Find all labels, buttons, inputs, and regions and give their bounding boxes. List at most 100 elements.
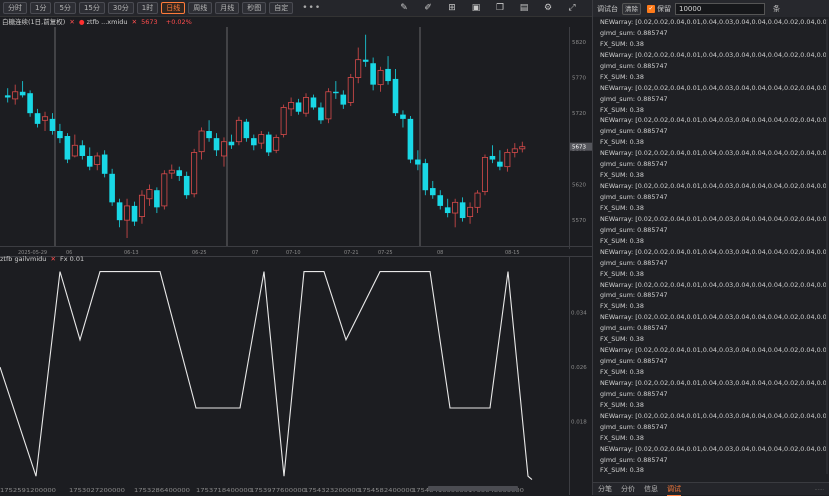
period-button[interactable]: 自定: [269, 2, 294, 14]
candle: [280, 104, 287, 138]
pencil-icon[interactable]: ✎: [392, 2, 416, 15]
indicator-tick-label: 0.018: [571, 420, 587, 426]
indicator-legend: ztfb gailvmidu ✕ Fx 0.01: [0, 255, 84, 264]
log-line: glmd_sum: 0.885747: [600, 291, 668, 300]
keep-label: 保留: [657, 4, 671, 13]
period-button[interactable]: 秒图: [242, 2, 267, 14]
log-line: glmd_sum: 0.885747: [600, 389, 668, 398]
log-line: FX_SUM: 0.38: [600, 368, 644, 376]
legend-source: ...xmidu: [101, 18, 128, 26]
tab-0[interactable]: 分笔: [598, 483, 612, 495]
log-count-unit: 条: [773, 4, 780, 13]
candle: [109, 168, 115, 206]
bottom-tabs: 分笔 分价 信息 调试......: [593, 482, 829, 496]
copy-icon[interactable]: ❐: [488, 2, 512, 15]
price-tick-label: 5770: [572, 76, 586, 82]
edit-icon[interactable]: ✐: [416, 2, 440, 15]
log-line: NEWarray: [0.02,0.02,0.04,0.01,0.04,0.03…: [600, 313, 826, 322]
candle: [407, 116, 414, 164]
candle: [481, 154, 488, 196]
log-line: FX_SUM: 0.38: [600, 466, 644, 475]
period-button[interactable]: 30分: [107, 2, 134, 14]
tab-1[interactable]: 分价: [621, 483, 635, 495]
chart-area: 分时 1分 5分 15分 30分 1时 日线 周线 月线 秒图 自定 ••• ✎ ✐ ⊞ ▣ ❐ ▤ ⚙ ⤢ 白糖连续…: [0, 0, 592, 495]
log-line: FX_SUM: 0.38: [600, 433, 644, 442]
save-icon[interactable]: ▤: [512, 2, 536, 15]
corner-indicator: ......: [814, 486, 824, 492]
period-button[interactable]: 周线: [188, 2, 213, 14]
candlestick-chart[interactable]: 58205770572056705620557056732025-05-2906…: [0, 27, 592, 257]
layout-icon[interactable]: ⊞: [440, 2, 464, 15]
log-line: FX_SUM: 0.38: [600, 105, 644, 114]
period-button[interactable]: 1分: [30, 2, 52, 14]
log-line: FX_SUM: 0.38: [600, 72, 644, 81]
app-window: 分时 1分 5分 15分 30分 1时 日线 周线 月线 秒图 自定 ••• ✎ ✐ ⊞ ▣ ❐ ▤ ⚙ ⤢ 白糖连续…: [0, 0, 829, 496]
indicator-legend-name: ztfb gailvmidu: [0, 255, 47, 263]
timestamp-tick-label: 1752591200000: [0, 488, 56, 494]
time-scrollbar: [428, 486, 518, 491]
period-button[interactable]: 5分: [54, 2, 76, 14]
period-button[interactable]: 日线: [161, 2, 186, 14]
timestamp-tick-label: 1754323200000: [304, 488, 360, 494]
period-button[interactable]: 月线: [215, 2, 240, 14]
indicator-dot-icon: ●: [78, 18, 85, 26]
timestamp-tick-label: 1753286400000: [134, 488, 190, 494]
log-line: glmd_sum: 0.885747: [600, 258, 668, 267]
legend-symbol-name: 白糖连续(1日,前复权): [2, 18, 66, 26]
candle: [422, 158, 429, 196]
tab-2[interactable]: 信息: [644, 483, 658, 495]
log-line: NEWarray: [0.02,0.02,0.04,0.01,0.04,0.03…: [600, 182, 826, 191]
log-line: NEWarray: [0.02,0.02,0.04,0.01,0.04,0.03…: [600, 116, 826, 125]
period-button[interactable]: 1时: [136, 2, 159, 14]
log-line: FX_SUM: 0.38: [600, 400, 644, 409]
log-line: NEWarray: [0.02,0.02,0.04,0.01,0.04,0.03…: [600, 411, 826, 420]
log-line: FX_SUM: 0.38: [600, 302, 644, 311]
indicator-chart[interactable]: 0.034 0.026 0.018 1752591200000 175302720000…: [0, 256, 592, 495]
log-line: NEWarray: [0.02,0.02,0.04,0.01,0.04,0.03…: [600, 247, 826, 256]
close-legend-icon[interactable]: ✕: [69, 18, 74, 26]
indicator-tick-label: 0.026: [571, 365, 587, 371]
indicator-tick-label: 0.034: [571, 311, 587, 317]
log-line: glmd_sum: 0.885747: [600, 160, 668, 169]
drawing-tools: ✎ ✐ ⊞ ▣ ❐ ▤ ⚙ ⤢: [392, 2, 584, 15]
period-button[interactable]: 分时: [3, 2, 27, 14]
log-line: glmd_sum: 0.885747: [600, 225, 668, 234]
expand-icon[interactable]: ⤢: [560, 2, 584, 15]
clear-button[interactable]: 清除: [622, 2, 641, 15]
candle: [191, 148, 198, 198]
timestamp-tick-label: 1754582400000: [358, 488, 414, 494]
period-button[interactable]: 15分: [78, 2, 105, 14]
log-line: glmd_sum: 0.885747: [600, 324, 668, 333]
log-line: NEWarray: [0.02,0.02,0.04,0.01,0.04,0.03…: [600, 378, 826, 387]
settings-icon[interactable]: ⚙: [536, 2, 560, 15]
candle: [347, 73, 354, 107]
close-subchart-icon[interactable]: ✕: [50, 255, 55, 263]
candle: [235, 116, 242, 146]
log-line: NEWarray: [0.02,0.02,0.04,0.01,0.04,0.03…: [600, 214, 826, 223]
log-line: glmd_sum: 0.885747: [600, 28, 668, 37]
indicator-line: [0, 271, 533, 481]
window-icon[interactable]: ▣: [464, 2, 488, 15]
keep-checkbox[interactable]: ✓: [647, 4, 655, 13]
chart-legend: 白糖连续(1日,前复权) ✕ ● ztfb ...xmidu ✕ 5673 +0…: [2, 17, 192, 27]
log-line: FX_SUM: 0.38: [600, 335, 644, 344]
timestamp-tick-label: 1753027200000: [69, 488, 125, 494]
close-indicator-icon[interactable]: ✕: [132, 18, 137, 26]
candle: [273, 134, 280, 154]
log-scrollbar[interactable]: [826, 19, 828, 474]
indicator-legend-value: Fx 0.01: [60, 255, 85, 263]
log-count-input[interactable]: [675, 2, 765, 15]
log-line: glmd_sum: 0.885747: [600, 127, 668, 136]
log-line: glmd_sum: 0.885747: [600, 455, 668, 464]
log-line: FX_SUM: 0.38: [600, 39, 644, 48]
timestamp-tick-label: 1753977600000: [250, 488, 306, 494]
more-periods-icon[interactable]: •••: [302, 3, 321, 13]
price-tick-label: 5620: [572, 183, 586, 189]
timestamp-tick-label: 1753718400000: [196, 488, 252, 494]
debug-title: 调试台: [597, 4, 618, 13]
candle: [27, 90, 33, 117]
tab-3[interactable]: 调试: [667, 483, 681, 496]
log-line: NEWarray: [0.02,0.02,0.04,0.01,0.04,0.03…: [600, 280, 826, 289]
debug-log: NEWarray: [0.02,0.02,0.04,0.01,0.04,0.03…: [600, 17, 826, 478]
log-line: NEWarray: [0.02,0.02,0.04,0.01,0.04,0.03…: [600, 444, 826, 453]
